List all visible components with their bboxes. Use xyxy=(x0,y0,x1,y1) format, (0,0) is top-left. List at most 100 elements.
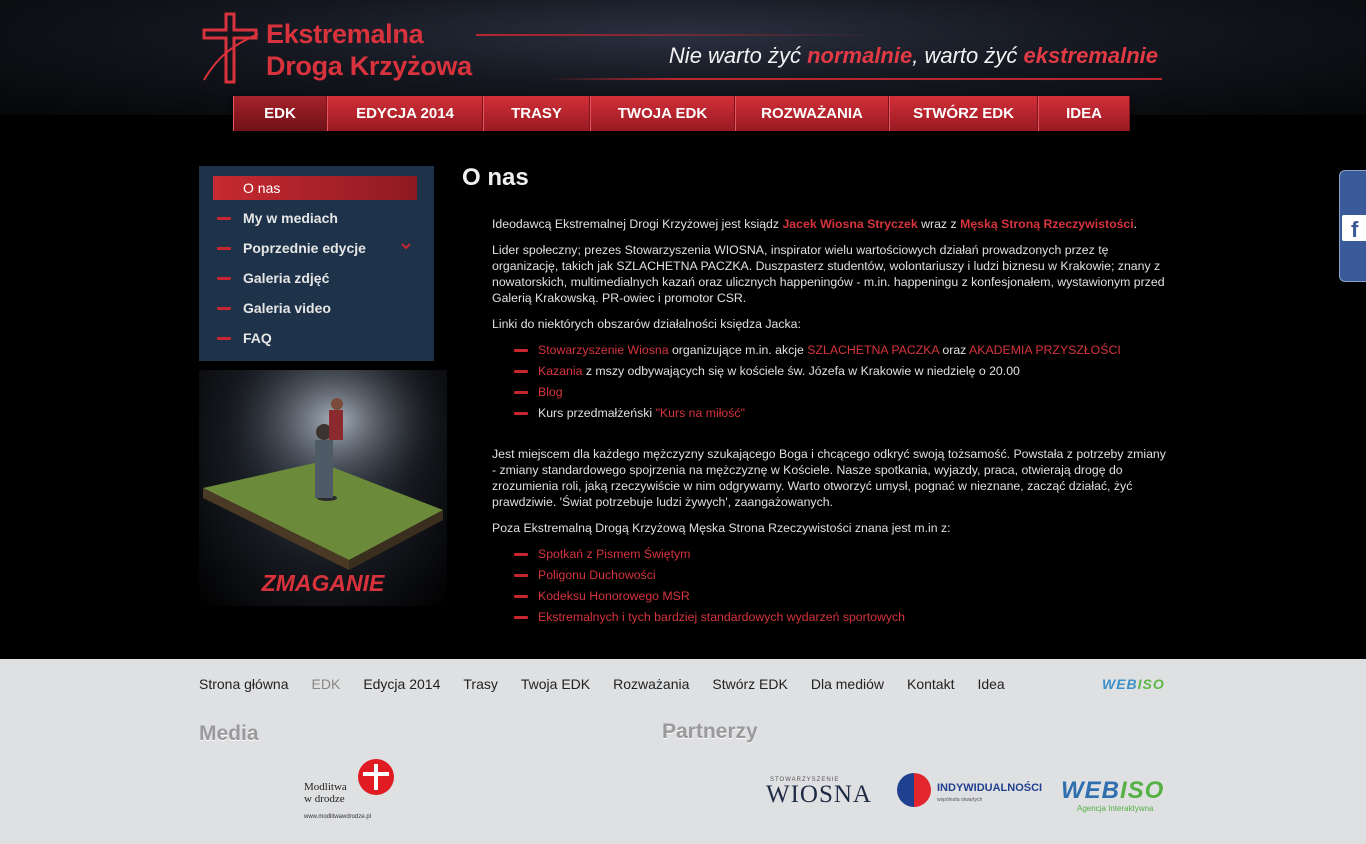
logo-text: WEBISO xyxy=(1061,777,1167,805)
nav-twoja-edk[interactable]: TWOJA EDK xyxy=(590,96,735,131)
mwd-logo-text: Modlitwa w drodze xyxy=(304,781,347,805)
logo-text: w drodze xyxy=(304,793,345,805)
sidebar-item-galeria-video[interactable]: Galeria video xyxy=(213,296,417,320)
footer-link-idea[interactable]: Idea xyxy=(977,676,1004,692)
logo-text: wspólnota otwartych xyxy=(937,797,983,803)
page-title: O nas xyxy=(462,164,529,191)
paragraph-msr: Jest miejscem dla każdego mężczyzny szuk… xyxy=(492,447,1166,509)
list-item: Kodeksu Honorowego MSR xyxy=(514,588,1174,604)
promo-title: ZMAGANIE xyxy=(261,570,385,596)
nav-idea[interactable]: IDEA xyxy=(1038,96,1130,131)
sidebar-item-galeria-zdjec[interactable]: Galeria zdjęć xyxy=(213,266,417,290)
list-item-text: Kazania z mszy odbywających się w koście… xyxy=(538,363,1020,379)
link-meska-strona[interactable]: Męską Stroną Rzeczywistości xyxy=(960,217,1134,231)
list-item-text: Stowarzyszenie Wiosna organizujące m.in.… xyxy=(538,342,1121,358)
tagline-part: Nie warto żyć xyxy=(668,43,808,68)
sidebar-item-my-w-mediach[interactable]: My w mediach xyxy=(213,206,417,230)
facebook-icon[interactable]: f xyxy=(1342,215,1366,242)
nav-rozwazania[interactable]: ROZWAŻANIA xyxy=(735,96,889,131)
dash-icon xyxy=(514,573,528,577)
link-szlachetna-paczka[interactable]: SZLACHETNA PACZKA xyxy=(807,343,939,357)
webiso-logo[interactable]: WEBISO Agencja Interaktywna xyxy=(1061,777,1167,817)
text: Ideodawcą Ekstremalnej Drogi Krzyżowej j… xyxy=(492,217,783,231)
footer-nav: Strona główna EDK Edycja 2014 Trasy Twoj… xyxy=(199,676,1028,692)
footer-link-edycja-2014[interactable]: Edycja 2014 xyxy=(363,676,440,692)
list-item: Ekstremalnych i tych bardziej standardow… xyxy=(514,609,1174,625)
main-nav: EDK EDYCJA 2014 TRASY TWOJA EDK ROZWAŻAN… xyxy=(233,96,1130,131)
logo-line-1: Ekstremalna xyxy=(266,19,424,49)
footer-link-twoja-edk[interactable]: Twoja EDK xyxy=(521,676,590,692)
promo-banner[interactable]: ZMAGANIE xyxy=(199,370,447,606)
footer-link-dla-mediow[interactable]: Dla mediów xyxy=(811,676,884,692)
link-wydarzen-sportowych[interactable]: Ekstremalnych i tych bardziej standardow… xyxy=(538,609,905,625)
decor-line xyxy=(476,34,886,36)
dash-icon xyxy=(217,306,231,310)
sidebar-item-o-nas[interactable]: O nas xyxy=(213,176,417,200)
dash-icon xyxy=(514,369,528,373)
sidebar-item-label: Galeria video xyxy=(243,300,331,316)
text: Kurs przedmałżeński xyxy=(538,406,656,420)
dash-icon xyxy=(514,390,528,394)
link-stowarzyszenie-wiosna[interactable]: Stowarzyszenie Wiosna xyxy=(538,343,669,357)
logo-text: WEB xyxy=(1102,676,1138,692)
logo-text: WEB xyxy=(1061,777,1120,804)
link-akademia-przyszlosci[interactable]: AKADEMIA PRZYSZŁOŚCI xyxy=(969,343,1121,357)
hiker-illustration xyxy=(199,370,447,570)
decor-line xyxy=(548,78,1162,80)
tagline-part: , warto żyć xyxy=(912,43,1024,68)
sidebar-item-label: Galeria zdjęć xyxy=(243,270,330,286)
cross-badge-icon xyxy=(358,759,394,795)
sidebar-item-label: FAQ xyxy=(243,330,272,346)
nav-edk[interactable]: EDK xyxy=(233,96,327,131)
dash-icon xyxy=(514,615,528,619)
sidebar-item-label: My w mediach xyxy=(243,210,338,226)
sidebar-item-faq[interactable]: FAQ xyxy=(213,326,417,350)
list-item: Kurs przedmałżeński "Kurs na miłość" xyxy=(514,405,1174,421)
link-kurs-na-milosc[interactable]: "Kurs na miłość" xyxy=(656,406,745,420)
logo-text: Agencja Interaktywna xyxy=(1077,804,1154,813)
site-logo[interactable]: Ekstremalna Droga Krzyżowa xyxy=(200,12,530,88)
link-kodeksu-honorowego[interactable]: Kodeksu Honorowego MSR xyxy=(538,588,690,604)
mwd-url: www.modlitwawdrodze.pl xyxy=(304,814,372,820)
logo-text: ISO xyxy=(1137,676,1165,692)
tagline-highlight: ekstremalnie xyxy=(1023,43,1158,68)
logo-text: Modlitwa xyxy=(304,781,347,793)
list-item: Blog xyxy=(514,384,1174,400)
sidebar-item-poprzednie-edycje[interactable]: Poprzednie edycje xyxy=(213,236,417,260)
indywidualnosci-logo[interactable]: INDYWIDUALNOŚCI wspólnota otwartych xyxy=(897,773,1042,809)
footer-link-trasy[interactable]: Trasy xyxy=(463,676,497,692)
paragraph-known-for: Poza Ekstremalną Drogą Krzyżową Męska St… xyxy=(492,521,951,535)
footer-link-edk[interactable]: EDK xyxy=(312,676,341,692)
webiso-logo-small[interactable]: WEBISO xyxy=(1102,676,1164,692)
nav-edycja-2014[interactable]: EDYCJA 2014 xyxy=(327,96,483,131)
footer-link-rozwazania[interactable]: Rozważania xyxy=(613,676,689,692)
list-item: Spotkań z Pismem Świętym xyxy=(514,546,1174,562)
dash-icon xyxy=(514,594,528,598)
wiosna-logo[interactable]: STOWARZYSZENIE WIOSNA xyxy=(766,777,871,813)
footer-link-strona-glowna[interactable]: Strona główna xyxy=(199,676,289,692)
link-kazania[interactable]: Kazania xyxy=(538,364,582,378)
text: z mszy odbywających się w kościele św. J… xyxy=(582,364,1020,378)
footer-link-stworz-edk[interactable]: Stwórz EDK xyxy=(712,676,787,692)
paragraph-intro: Ideodawcą Ekstremalnej Drogi Krzyżowej j… xyxy=(492,216,1168,232)
link-poligonu-duchowosci[interactable]: Poligonu Duchowości xyxy=(538,567,656,583)
facebook-tab[interactable]: f xyxy=(1339,170,1366,282)
nav-trasy[interactable]: TRASY xyxy=(483,96,590,131)
link-spotkan-z-pismem[interactable]: Spotkań z Pismem Świętym xyxy=(538,546,690,562)
text: . xyxy=(1133,217,1138,231)
dash-icon xyxy=(217,336,231,340)
footer-link-kontakt[interactable]: Kontakt xyxy=(907,676,954,692)
list-item: Poligonu Duchowości xyxy=(514,567,1174,583)
nav-stworz-edk[interactable]: STWÓRZ EDK xyxy=(889,96,1038,131)
logo-text: INDYWIDUALNOŚCI xyxy=(937,782,1043,794)
footer: Strona główna EDK Edycja 2014 Trasy Twoj… xyxy=(0,659,1366,844)
link-jacek-wiosna-stryczek[interactable]: Jacek Wiosna Stryczek xyxy=(782,217,917,231)
modlitwa-w-drodze-logo[interactable]: Modlitwa w drodze www.modlitwawdrodze.pl xyxy=(304,759,396,823)
chevron-down-icon[interactable] xyxy=(401,241,411,251)
text: wraz z xyxy=(917,217,961,231)
list-item: Stowarzyszenie Wiosna organizujące m.in.… xyxy=(514,342,1174,358)
link-blog[interactable]: Blog xyxy=(538,384,563,400)
logo-text: WIOSNA xyxy=(766,781,872,808)
paragraph-leader: Lider społeczny; prezes Stowarzyszenia W… xyxy=(492,243,1165,305)
dash-icon xyxy=(514,411,528,415)
